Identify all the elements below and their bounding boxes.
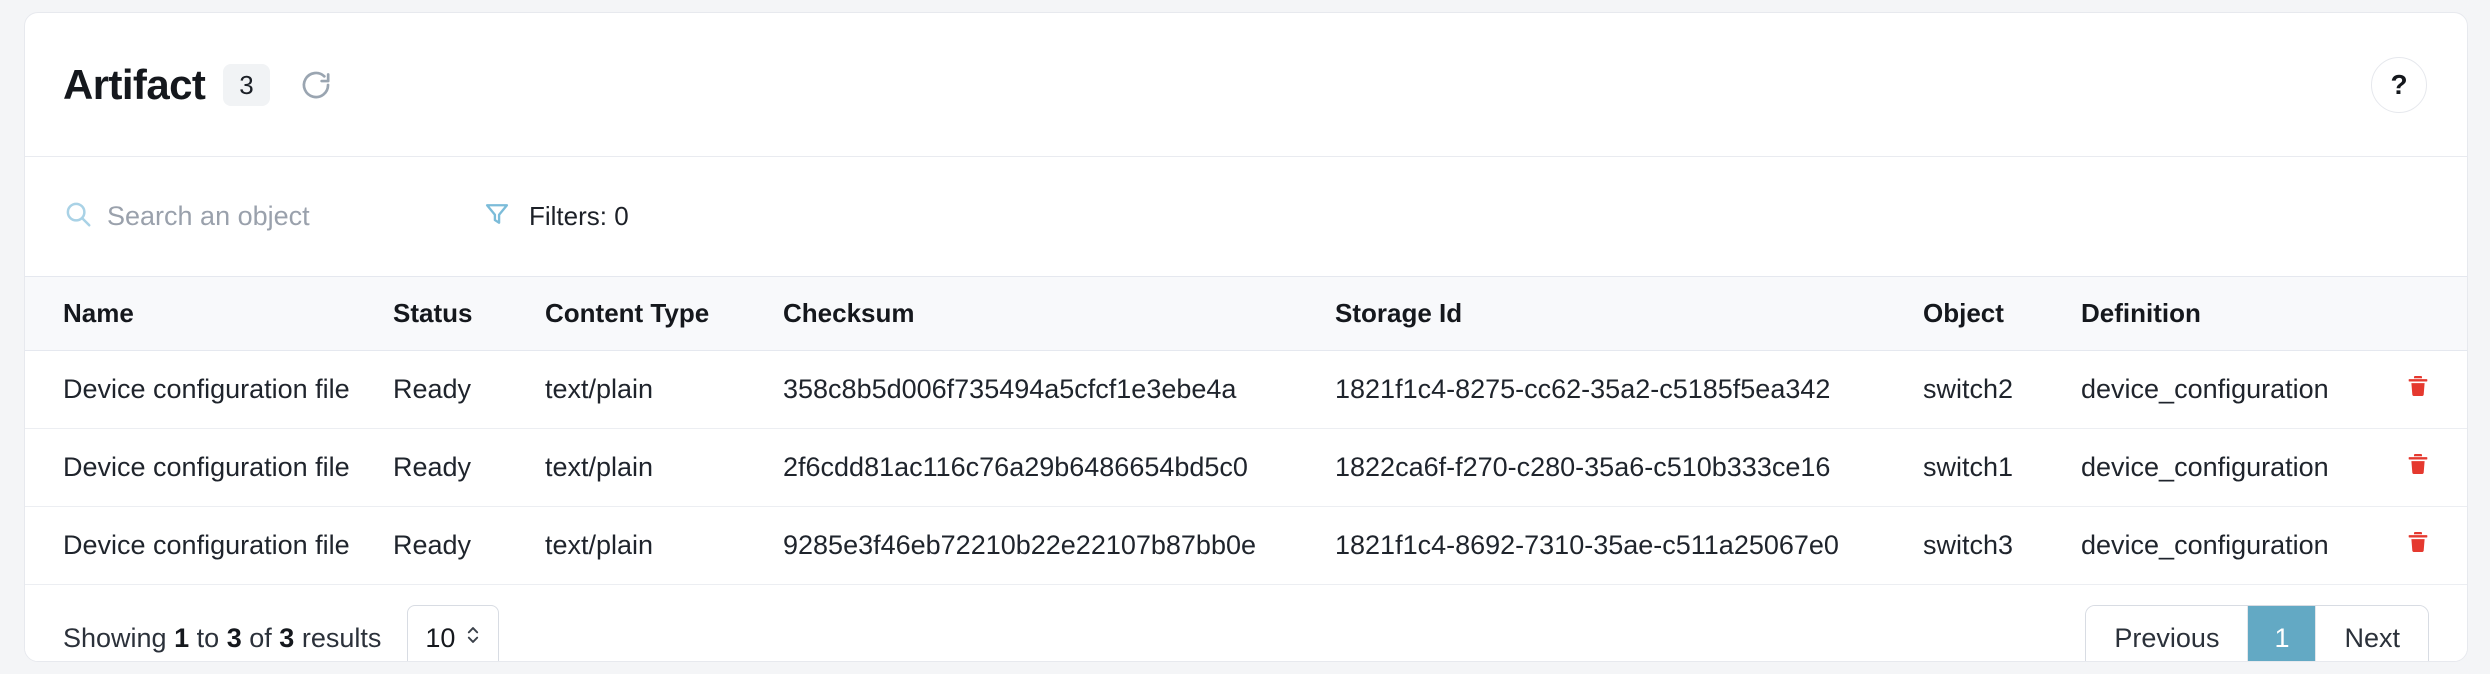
column-header-actions bbox=[2381, 277, 2467, 351]
results-summary-of: of bbox=[249, 622, 272, 653]
column-header-name[interactable]: Name bbox=[25, 277, 393, 351]
search-input[interactable] bbox=[107, 201, 447, 232]
cell-checksum: 9285e3f46eb72210b22e22107b87bb0e bbox=[783, 506, 1335, 585]
page-size-select[interactable]: 10 bbox=[407, 605, 500, 661]
pagination-next[interactable]: Next bbox=[2316, 606, 2428, 661]
cell-content-type: text/plain bbox=[545, 428, 783, 507]
cell-definition: device_configuration bbox=[2081, 350, 2381, 429]
column-header-object[interactable]: Object bbox=[1923, 277, 2081, 351]
page-title: Artifact bbox=[63, 60, 206, 108]
cell-status: Ready bbox=[393, 350, 545, 429]
results-summary-total: 3 bbox=[279, 622, 295, 653]
trash-icon[interactable] bbox=[2405, 529, 2431, 555]
cell-status: Ready bbox=[393, 506, 545, 585]
results-summary-from: 1 bbox=[174, 622, 190, 653]
cell-name: Device configuration file bbox=[25, 350, 393, 429]
cell-name: Device configuration file bbox=[25, 506, 393, 585]
chevron-updown-icon bbox=[465, 623, 481, 654]
filters-label: Filters: 0 bbox=[529, 201, 629, 231]
artifact-panel: Artifact 3 ? Search an object Filters: 0… bbox=[24, 12, 2468, 662]
search-field-wrapper bbox=[63, 199, 483, 234]
cell-actions bbox=[2381, 350, 2467, 429]
results-summary-suffix: results bbox=[301, 622, 382, 653]
cell-checksum: 358c8b5d006f735494a5cfcf1e3ebe4a bbox=[783, 350, 1335, 429]
artifact-table: Name Status Content Type Checksum Storag… bbox=[25, 277, 2467, 585]
table-footer: Showing 1 to 3 of 3 results 10 Previous … bbox=[25, 585, 2467, 661]
column-header-definition[interactable]: Definition bbox=[2081, 277, 2381, 351]
column-header-content-type[interactable]: Content Type bbox=[545, 277, 783, 351]
results-summary-to: 3 bbox=[226, 622, 242, 653]
cell-storage-id: 1821f1c4-8275-cc62-35a2-c5185f5ea342 bbox=[1335, 350, 1923, 429]
page-size-value: 10 bbox=[425, 622, 456, 653]
help-button[interactable]: ? bbox=[2371, 56, 2427, 113]
cell-actions bbox=[2381, 506, 2467, 585]
table-head: Name Status Content Type Checksum Storag… bbox=[25, 277, 2467, 351]
trash-icon[interactable] bbox=[2405, 451, 2431, 477]
cell-definition: device_configuration bbox=[2081, 428, 2381, 507]
cell-actions bbox=[2381, 428, 2467, 507]
cell-content-type: text/plain bbox=[545, 506, 783, 585]
trash-icon[interactable] bbox=[2405, 373, 2431, 399]
refresh-icon[interactable] bbox=[294, 63, 338, 107]
cell-object: switch3 bbox=[1923, 506, 2081, 585]
cell-storage-id: 1822ca6f-f270-c280-35a6-c510b333ce16 bbox=[1335, 428, 1923, 507]
cell-storage-id: 1821f1c4-8692-7310-35ae-c511a25067e0 bbox=[1335, 506, 1923, 585]
results-summary-prefix: Showing bbox=[63, 622, 167, 653]
results-summary: Showing 1 to 3 of 3 results bbox=[63, 623, 381, 654]
filters-button[interactable]: Filters: 0 bbox=[483, 200, 629, 233]
table-row[interactable]: Device configuration file Ready text/pla… bbox=[25, 506, 2467, 585]
cell-name: Device configuration file bbox=[25, 428, 393, 507]
cell-object: switch2 bbox=[1923, 350, 2081, 429]
column-header-status[interactable]: Status bbox=[393, 277, 545, 351]
cell-status: Ready bbox=[393, 428, 545, 507]
pagination-page-1[interactable]: 1 bbox=[2248, 606, 2317, 661]
cell-definition: device_configuration bbox=[2081, 506, 2381, 585]
cell-object: switch1 bbox=[1923, 428, 2081, 507]
search-icon bbox=[63, 199, 93, 234]
pagination: Previous 1 Next bbox=[2085, 605, 2429, 661]
table-header-row: Name Status Content Type Checksum Storag… bbox=[25, 277, 2467, 351]
column-header-checksum[interactable]: Checksum bbox=[783, 277, 1335, 351]
filter-funnel-icon bbox=[483, 200, 511, 233]
column-header-storage-id[interactable]: Storage Id bbox=[1335, 277, 1923, 351]
table-body: Device configuration file Ready text/pla… bbox=[25, 350, 2467, 585]
table-row[interactable]: Device configuration file Ready text/pla… bbox=[25, 428, 2467, 507]
table-row[interactable]: Device configuration file Ready text/pla… bbox=[25, 350, 2467, 429]
cell-checksum: 2f6cdd81ac116c76a29b6486654bd5c0 bbox=[783, 428, 1335, 507]
pagination-previous[interactable]: Previous bbox=[2086, 606, 2249, 661]
results-summary-mid: to bbox=[196, 622, 220, 653]
cell-content-type: text/plain bbox=[545, 350, 783, 429]
search-toolbar: Filters: 0 bbox=[25, 157, 2467, 277]
artifact-count-badge: 3 bbox=[223, 63, 270, 106]
title-group: Artifact 3 bbox=[63, 61, 338, 109]
panel-header: Artifact 3 ? bbox=[25, 13, 2467, 157]
